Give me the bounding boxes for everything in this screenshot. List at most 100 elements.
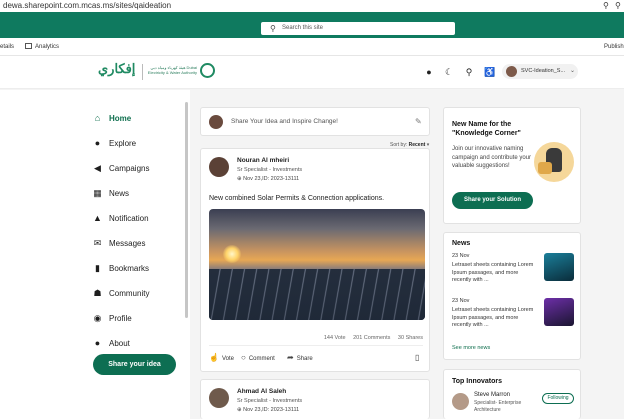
avatar xyxy=(209,115,223,129)
share-icon: ➦ xyxy=(287,353,294,362)
comment-button[interactable]: ○ Comment xyxy=(241,351,275,366)
mail-icon: ✉ xyxy=(93,238,102,248)
news-thumbnail xyxy=(544,298,574,326)
analytics-button[interactable]: Analytics xyxy=(25,38,59,56)
post-actions: ☝ Vote ○ Comment ➦ Share ▯ xyxy=(209,351,425,365)
bookmark-button[interactable]: ▯ xyxy=(415,351,422,366)
sidebar-item-profile[interactable]: ◉ Profile xyxy=(92,310,182,328)
share-your-idea-button[interactable]: Share your idea xyxy=(93,354,176,375)
home-icon: ⌂ xyxy=(94,113,101,123)
publish-button[interactable]: Publish xyxy=(604,38,624,56)
sidebar-item-label: Bookmarks xyxy=(109,264,150,273)
accessibility-icon[interactable]: ♿ xyxy=(483,65,497,79)
post-author[interactable]: Ahmad Al Saleh xyxy=(237,388,286,395)
search-box[interactable]: ⚲ Search this site xyxy=(261,22,455,35)
share-button[interactable]: ➦ Share xyxy=(287,351,313,366)
command-bar: etails Analytics Publish xyxy=(0,38,624,56)
search-icon[interactable]: ⚲ xyxy=(462,65,476,79)
vote-button[interactable]: ☝ Vote xyxy=(209,351,234,366)
sidebar-item-campaigns[interactable]: ◀ Campaigns xyxy=(92,160,182,178)
suite-bar xyxy=(0,12,624,20)
sidebar-item-messages[interactable]: ✉ Messages xyxy=(92,235,182,253)
composer-placeholder: Share Your Idea and Inspire Change! xyxy=(231,118,338,125)
avatar[interactable] xyxy=(209,157,229,177)
page-details-button[interactable]: etails xyxy=(0,38,14,56)
search-icon: ⚲ xyxy=(270,24,276,33)
sidebar-scrollbar[interactable] xyxy=(185,102,188,318)
browser-address-bar[interactable]: dewa.sharepoint.com.mcas.ms/sites/qaidea… xyxy=(0,0,624,12)
solar-panels xyxy=(209,269,425,320)
news-thumbnail xyxy=(544,253,574,281)
news-item[interactable]: 23 Nov Letraset sheets containing Lorem … xyxy=(452,253,576,287)
sidebar: ⌂ Home ● Explore ◀ Campaigns ▦ News ▲ No… xyxy=(0,90,190,419)
share-label: Share xyxy=(296,356,313,362)
zoom-icon[interactable]: ⚲ xyxy=(615,1,621,11)
site-search-bar: ⚲ Search this site xyxy=(0,20,624,38)
afkari-logo[interactable]: إفكاري xyxy=(98,62,135,77)
newspaper-icon: ▦ xyxy=(93,188,102,198)
chevron-down-icon: ⌄ xyxy=(570,68,576,74)
sun-icon[interactable]: ● xyxy=(422,65,436,79)
news-card: News 23 Nov Letraset sheets containing L… xyxy=(443,232,581,360)
thumbs-up-icon: ☝ xyxy=(209,353,219,362)
post-id-text: Nov 23,ID: 2023-13111 xyxy=(243,176,300,182)
share-count[interactable]: 30 Shares xyxy=(398,335,423,341)
post-id: ⊕ Nov 23,ID: 2023-13111 xyxy=(237,176,299,182)
sidebar-item-home[interactable]: ⌂ Home xyxy=(92,110,182,128)
innovator-role: Specialist- Enterprise Architecture xyxy=(474,400,522,413)
post-text[interactable]: New combined Solar Permits & Connection … xyxy=(209,195,384,202)
analytics-icon xyxy=(25,43,32,49)
megaphone-icon: ◀ xyxy=(94,163,101,173)
comment-icon: ○ xyxy=(241,353,246,362)
top-innovators-card: Top Innovators Steve Marron Specialist- … xyxy=(443,369,581,419)
post-author-role: Sr Specialist - Investments xyxy=(237,167,303,173)
lightbulb-icon: ● xyxy=(94,138,101,148)
comment-label: Comment xyxy=(248,356,275,362)
info-icon: ● xyxy=(94,338,101,348)
sidebar-item-label: Profile xyxy=(109,314,132,323)
sidebar-item-about[interactable]: ● About xyxy=(92,335,182,353)
pen-icon[interactable]: ✎ xyxy=(415,108,422,136)
post-author-role: Sr Specialist - Investments xyxy=(237,398,303,404)
following-button[interactable]: Following xyxy=(542,393,574,404)
avatar[interactable] xyxy=(209,388,229,408)
bookmark-icon: ▯ xyxy=(415,353,420,362)
news-item[interactable]: 23 Nov Letraset sheets containing Lorem … xyxy=(452,298,576,332)
sidebar-item-explore[interactable]: ● Explore xyxy=(92,135,182,153)
avatar[interactable] xyxy=(452,393,469,410)
user-icon: ◉ xyxy=(93,313,102,323)
comment-count[interactable]: 201 Comments xyxy=(353,335,390,341)
url-text[interactable]: dewa.sharepoint.com.mcas.ms/sites/qaidea… xyxy=(3,0,171,12)
profile-menu[interactable]: SVC-Ideation_S... ⌄ xyxy=(502,64,578,79)
promo-description: Join our innovative naming campaign and … xyxy=(452,146,532,169)
moon-icon[interactable]: ☾ xyxy=(442,65,456,79)
vote-count[interactable]: 144 Vote xyxy=(324,335,346,341)
vote-label: Vote xyxy=(221,356,234,362)
post-image[interactable] xyxy=(209,209,425,320)
promo-title: New Name for the "Knowledge Corner" xyxy=(452,121,521,137)
sidebar-item-notification[interactable]: ▲ Notification xyxy=(92,210,182,228)
site-header: إفكاري هيئة كهرباء ومياه دبي Dubai Elect… xyxy=(0,56,624,89)
post-author[interactable]: Nouran Al mheiri xyxy=(237,157,289,164)
analytics-label: Analytics xyxy=(35,44,60,50)
see-more-news-link[interactable]: See more news xyxy=(452,345,490,351)
avatar xyxy=(506,66,517,77)
key-icon[interactable]: ⚲ xyxy=(603,1,609,11)
innovators-title: Top Innovators xyxy=(452,378,503,385)
idea-composer[interactable]: Share Your Idea and Inspire Change! ✎ xyxy=(200,107,430,136)
post-id: ⊕ Nov 23,ID: 2023-13111 xyxy=(237,407,299,413)
news-date: 23 Nov xyxy=(452,253,470,259)
post-stats: 144 Vote 201 Comments 30 Shares xyxy=(201,335,429,341)
idea-post-card: Ahmad Al Saleh Sr Specialist - Investmen… xyxy=(200,379,430,419)
dewa-logo-mark xyxy=(200,63,215,78)
campaign-promo-card: New Name for the "Knowledge Corner" Join… xyxy=(443,107,581,224)
news-text: Letraset sheets containing Lorem Ipsum p… xyxy=(452,307,534,328)
share-your-solution-button[interactable]: Share your Solution xyxy=(452,192,533,209)
innovator-name[interactable]: Steve Marron xyxy=(474,392,510,398)
profile-name: SVC-Ideation_S... xyxy=(521,68,566,74)
sidebar-item-bookmarks[interactable]: ▮ Bookmarks xyxy=(92,260,182,278)
sidebar-item-label: Campaigns xyxy=(109,164,150,173)
sidebar-item-label: Home xyxy=(109,114,132,123)
sidebar-item-news[interactable]: ▦ News xyxy=(92,185,182,203)
sidebar-item-community[interactable]: ☗ Community xyxy=(92,285,182,303)
